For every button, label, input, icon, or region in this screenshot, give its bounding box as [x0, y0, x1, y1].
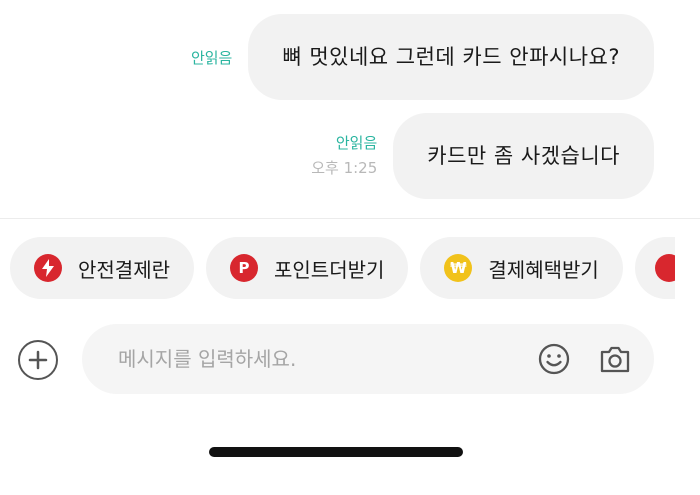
unread-label: 안읽음 [335, 134, 378, 152]
message-meta: 안읽음 [191, 48, 232, 100]
plus-circle-icon[interactable] [18, 340, 58, 380]
point-p-icon: P [230, 254, 258, 282]
message-input[interactable] [118, 324, 498, 394]
message-input-box [82, 324, 654, 394]
divider [0, 218, 700, 219]
won-coin-icon: ₩ [444, 254, 473, 282]
quick-action-label: 안전결제란 [78, 257, 170, 282]
lightning-icon [34, 254, 62, 282]
message-bubble[interactable]: 뼈 멋있네요 그런데 카드 안파시나요? [248, 14, 654, 100]
camera-icon[interactable] [598, 342, 632, 376]
quick-action-more-points[interactable]: P 포인트더받기 [206, 237, 409, 299]
smiley-icon[interactable] [537, 342, 571, 376]
quick-action-safe-payment[interactable]: 안전결제란 [10, 237, 194, 299]
quick-action-label: 결제혜택받기 [488, 257, 599, 282]
chat-area: 안읽음 뼈 멋있네요 그런데 카드 안파시나요? 안읽음 오후 1:25 카드만… [0, 0, 700, 218]
message-row: 안읽음 오후 1:25 카드만 좀 사겠습니다 [311, 113, 654, 199]
home-indicator [209, 447, 463, 457]
quick-action-payment-benefit[interactable]: ₩ 결제혜택받기 [420, 237, 623, 299]
quick-action-partial[interactable] [634, 237, 675, 299]
quick-action-bar: 안전결제란 P 포인트더받기 ₩ 결제혜택받기 [10, 237, 675, 299]
message-input-row [0, 324, 700, 394]
unread-label: 안읽음 [190, 49, 233, 67]
message-meta: 안읽음 오후 1:25 [311, 133, 377, 199]
message-time: 오후 1:25 [311, 159, 378, 177]
message-bubble[interactable]: 카드만 좀 사겠습니다 [393, 113, 654, 199]
quick-action-label: 포인트더받기 [274, 257, 385, 282]
partial-icon [654, 254, 675, 282]
message-row: 안읽음 뼈 멋있네요 그런데 카드 안파시나요? [191, 14, 654, 100]
